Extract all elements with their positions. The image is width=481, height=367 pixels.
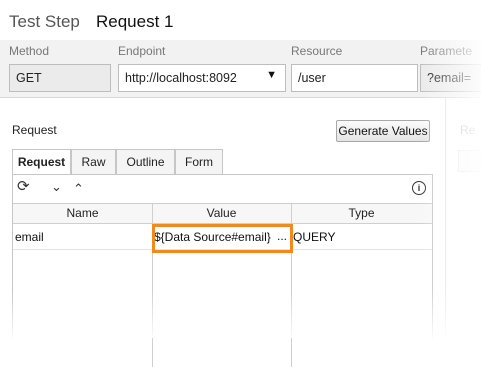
request-panel-title: Request <box>12 123 57 137</box>
method-label: Method <box>9 44 50 58</box>
value-cell-highlight <box>152 224 293 253</box>
parameters-field[interactable]: ?email= <box>420 64 481 92</box>
tab-raw[interactable]: Raw <box>71 149 116 175</box>
request-toolbar: ⟳ ⌄ ⌃ i <box>13 175 432 203</box>
parameters-label: Paramete <box>420 44 473 58</box>
endpoint-dropdown[interactable]: http://localhost:8092 ▼ <box>118 64 286 92</box>
method-field[interactable]: GET <box>9 64 111 92</box>
request-fields-bar: Method GET Endpoint http://localhost:809… <box>0 40 481 98</box>
info-icon[interactable]: i <box>412 181 426 195</box>
chevron-down-icon[interactable]: ⌄ <box>51 179 62 195</box>
refresh-icon[interactable]: ⟳ <box>17 177 30 195</box>
response-panel: Re <box>445 98 481 338</box>
column-header-name[interactable]: Name <box>13 204 152 223</box>
step-kind-label: Test Step <box>9 12 80 31</box>
title-bar: Test Step Request 1 <box>0 0 481 42</box>
dropdown-arrow-icon[interactable]: ▼ <box>266 69 277 81</box>
tab-outline[interactable]: Outline <box>116 149 175 175</box>
resource-label: Resource <box>291 44 343 58</box>
tab-request[interactable]: Request <box>12 149 71 176</box>
method-value: GET <box>16 71 42 85</box>
grid-header: Name Value Type <box>13 203 432 224</box>
generate-values-button[interactable]: Generate Values <box>336 120 430 142</box>
request-editor: ⟳ ⌄ ⌃ i Name Value Type email ${Data Sou… <box>12 174 433 367</box>
resource-field[interactable]: /user <box>291 64 418 92</box>
param-type[interactable]: QUERY <box>291 224 432 249</box>
endpoint-value: http://localhost:8092 <box>125 71 237 85</box>
step-name[interactable]: Request 1 <box>96 12 174 32</box>
response-toolbar-box <box>458 150 481 172</box>
parameters-value: ?email= <box>427 71 472 85</box>
resource-value: /user <box>298 71 326 85</box>
column-header-type[interactable]: Type <box>291 204 432 223</box>
column-header-value[interactable]: Value <box>152 204 291 223</box>
chevron-up-icon[interactable]: ⌃ <box>73 181 84 197</box>
response-panel-title: Re <box>460 123 476 137</box>
endpoint-label: Endpoint <box>118 44 166 58</box>
param-name[interactable]: email <box>13 224 152 249</box>
tab-form[interactable]: Form <box>175 149 223 175</box>
